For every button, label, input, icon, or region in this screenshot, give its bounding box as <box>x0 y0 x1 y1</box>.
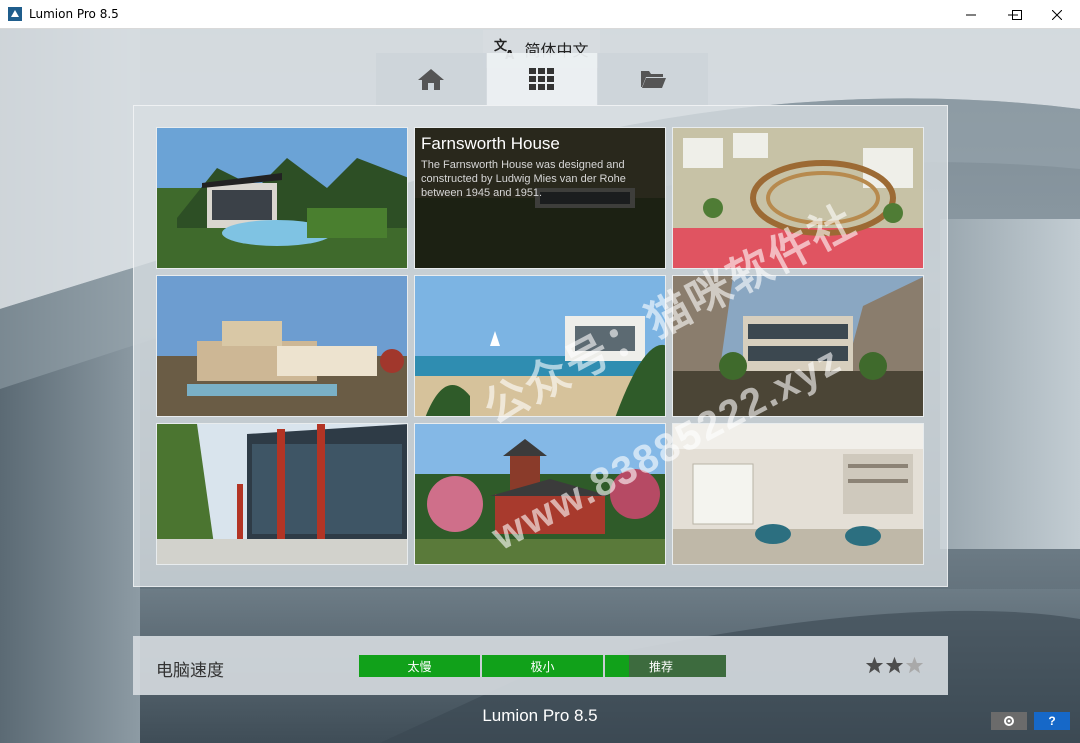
minimize-icon <box>966 14 976 15</box>
project-info-overlay: Farnsworth House The Farnsworth House wa… <box>415 128 665 268</box>
grid-icon <box>529 68 554 90</box>
perf-segment-slow: 太慢 <box>359 655 480 677</box>
performance-bar: 电脑速度 太慢 极小 推荐 <box>133 636 948 695</box>
close-button[interactable] <box>1034 0 1080 29</box>
help-icon: ? <box>1048 714 1056 728</box>
project-image <box>157 424 407 564</box>
help-button[interactable]: ? <box>1034 712 1070 730</box>
project-image <box>157 128 407 268</box>
project-thumbnail[interactable] <box>156 275 408 417</box>
performance-label: 电脑速度 <box>156 661 224 680</box>
close-icon <box>1052 9 1062 20</box>
performance-rating <box>865 656 924 674</box>
settings-button[interactable] <box>991 712 1027 730</box>
perf-segment-recommended-fill <box>605 655 629 677</box>
project-thumbnail-farnsworth[interactable]: Farnsworth House The Farnsworth House wa… <box>414 127 666 269</box>
home-icon <box>418 69 444 90</box>
tab-examples[interactable] <box>487 53 597 105</box>
project-title: Farnsworth House <box>421 134 560 153</box>
project-thumbnail[interactable] <box>156 423 408 565</box>
star-filled-icon <box>885 656 904 674</box>
perf-segment-minimal: 极小 <box>482 655 603 677</box>
project-thumbnail[interactable] <box>156 127 408 269</box>
app-version-title: Lumion Pro 8.5 <box>482 706 598 725</box>
folder-icon <box>641 71 666 88</box>
perf-segment-recommended: 推荐 <box>629 655 726 677</box>
gear-icon <box>1004 716 1014 726</box>
project-image <box>157 276 407 416</box>
lumion-app-icon <box>8 7 22 21</box>
star-empty-icon <box>905 656 924 674</box>
star-filled-icon <box>865 656 884 674</box>
project-description: The Farnsworth House was designed and co… <box>421 159 626 199</box>
minimize-button-2[interactable] <box>948 0 994 29</box>
title-bar: Lumion Pro 8.5 <box>0 0 1080 29</box>
tab-open[interactable] <box>598 53 708 105</box>
tab-home[interactable] <box>376 53 486 105</box>
window-title: Lumion Pro 8.5 <box>29 7 119 21</box>
maximize-icon <box>1012 9 1022 20</box>
